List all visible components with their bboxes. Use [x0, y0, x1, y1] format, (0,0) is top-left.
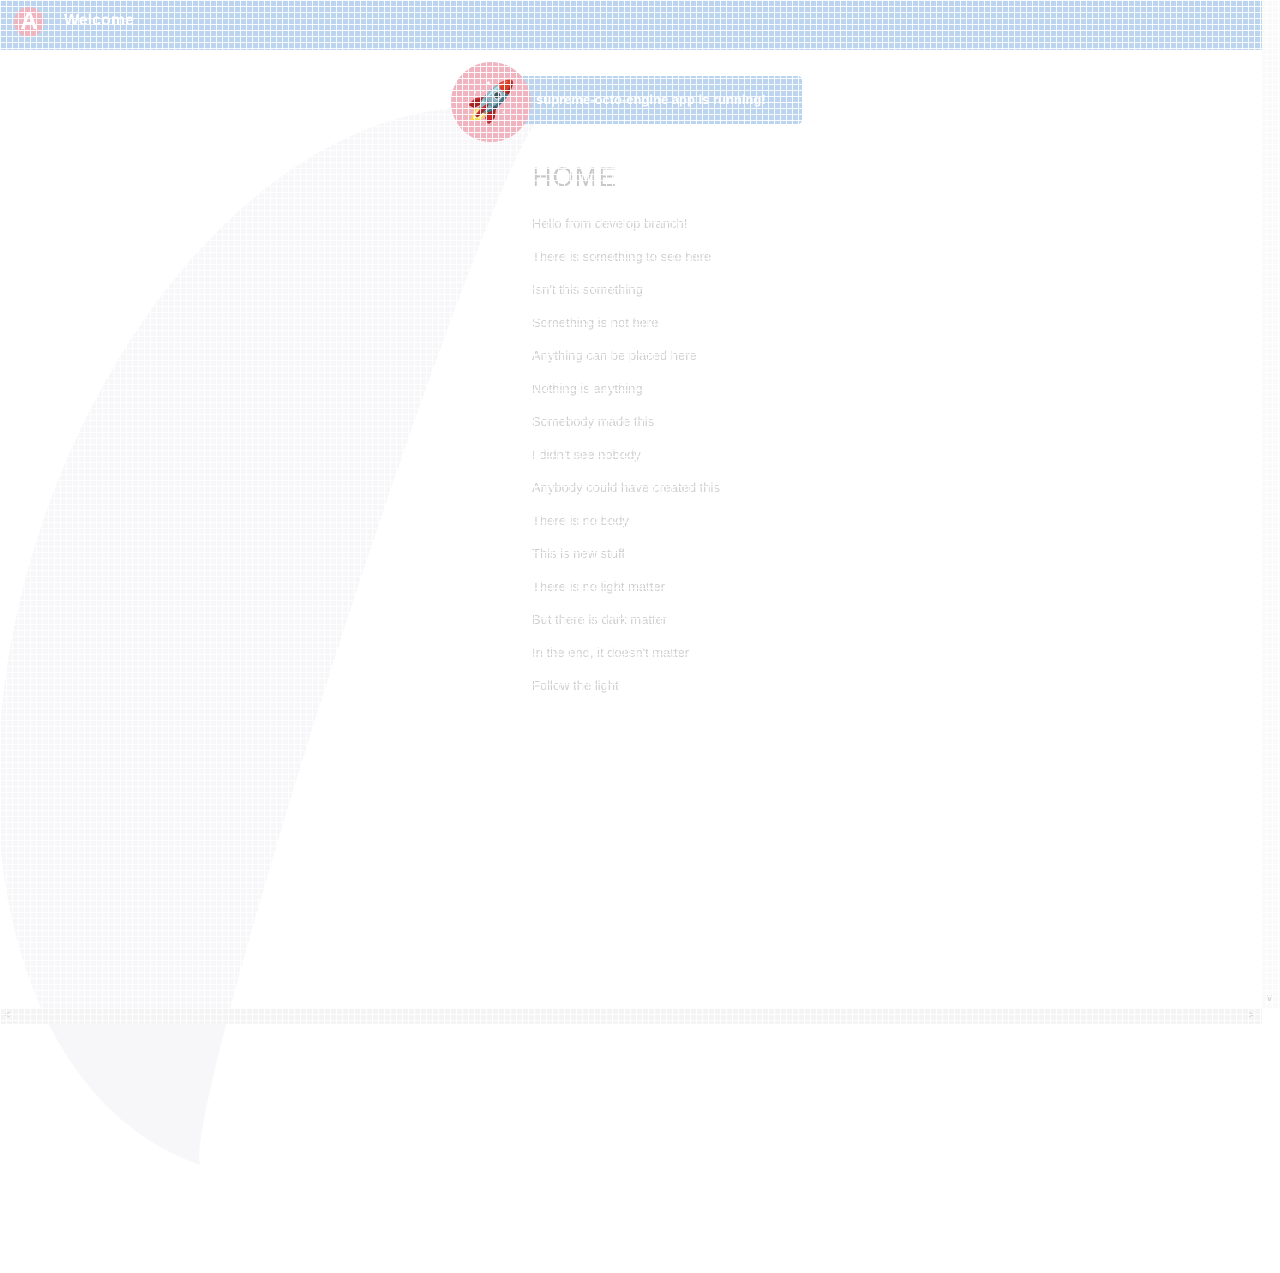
content-line: Anybody could have created this [532, 479, 720, 512]
logo-icon[interactable]: A [14, 7, 44, 37]
horizontal-scrollbar[interactable]: < > [0, 1008, 1262, 1024]
content-line: I didn't see nobody [532, 446, 720, 479]
main-content: HOME Hello from develop branch!There is … [532, 162, 720, 710]
content-line: There is no light matter [532, 578, 720, 611]
background-swoosh [0, 11, 874, 1273]
content-line: There is no body [532, 512, 720, 545]
scroll-down-arrow[interactable]: v [1267, 993, 1272, 1004]
top-toolbar: A Welcome [0, 0, 1262, 50]
vertical-scrollbar[interactable]: v [1262, 0, 1280, 1008]
toolbar-title: Welcome [64, 12, 134, 30]
scroll-right-arrow[interactable]: > [1248, 1010, 1254, 1021]
content-line: In the end, it doesn't matter [532, 644, 720, 677]
content-line: Something is not here [532, 314, 720, 347]
content-line: Hello from develop branch! [532, 215, 720, 248]
content-line: Follow the light [532, 677, 720, 710]
content-line: Isn't this something [532, 281, 720, 314]
scroll-left-arrow[interactable]: < [4, 1010, 10, 1021]
content-line: But there is dark matter [532, 611, 720, 644]
content-line: Somebody made this [532, 413, 720, 446]
content-line: Nothing is anything [532, 380, 720, 413]
status-banner: supreme-octo-engine app is running! [500, 76, 802, 124]
banner-text: supreme-octo-engine app is running! [536, 92, 766, 107]
content-line: Anything can be placed here [532, 347, 720, 380]
rocket-icon: 🚀 [451, 62, 531, 142]
content-line: There is something to see here [532, 248, 720, 281]
content-line: This is new stuff [532, 545, 720, 578]
page-title: HOME [532, 162, 720, 193]
